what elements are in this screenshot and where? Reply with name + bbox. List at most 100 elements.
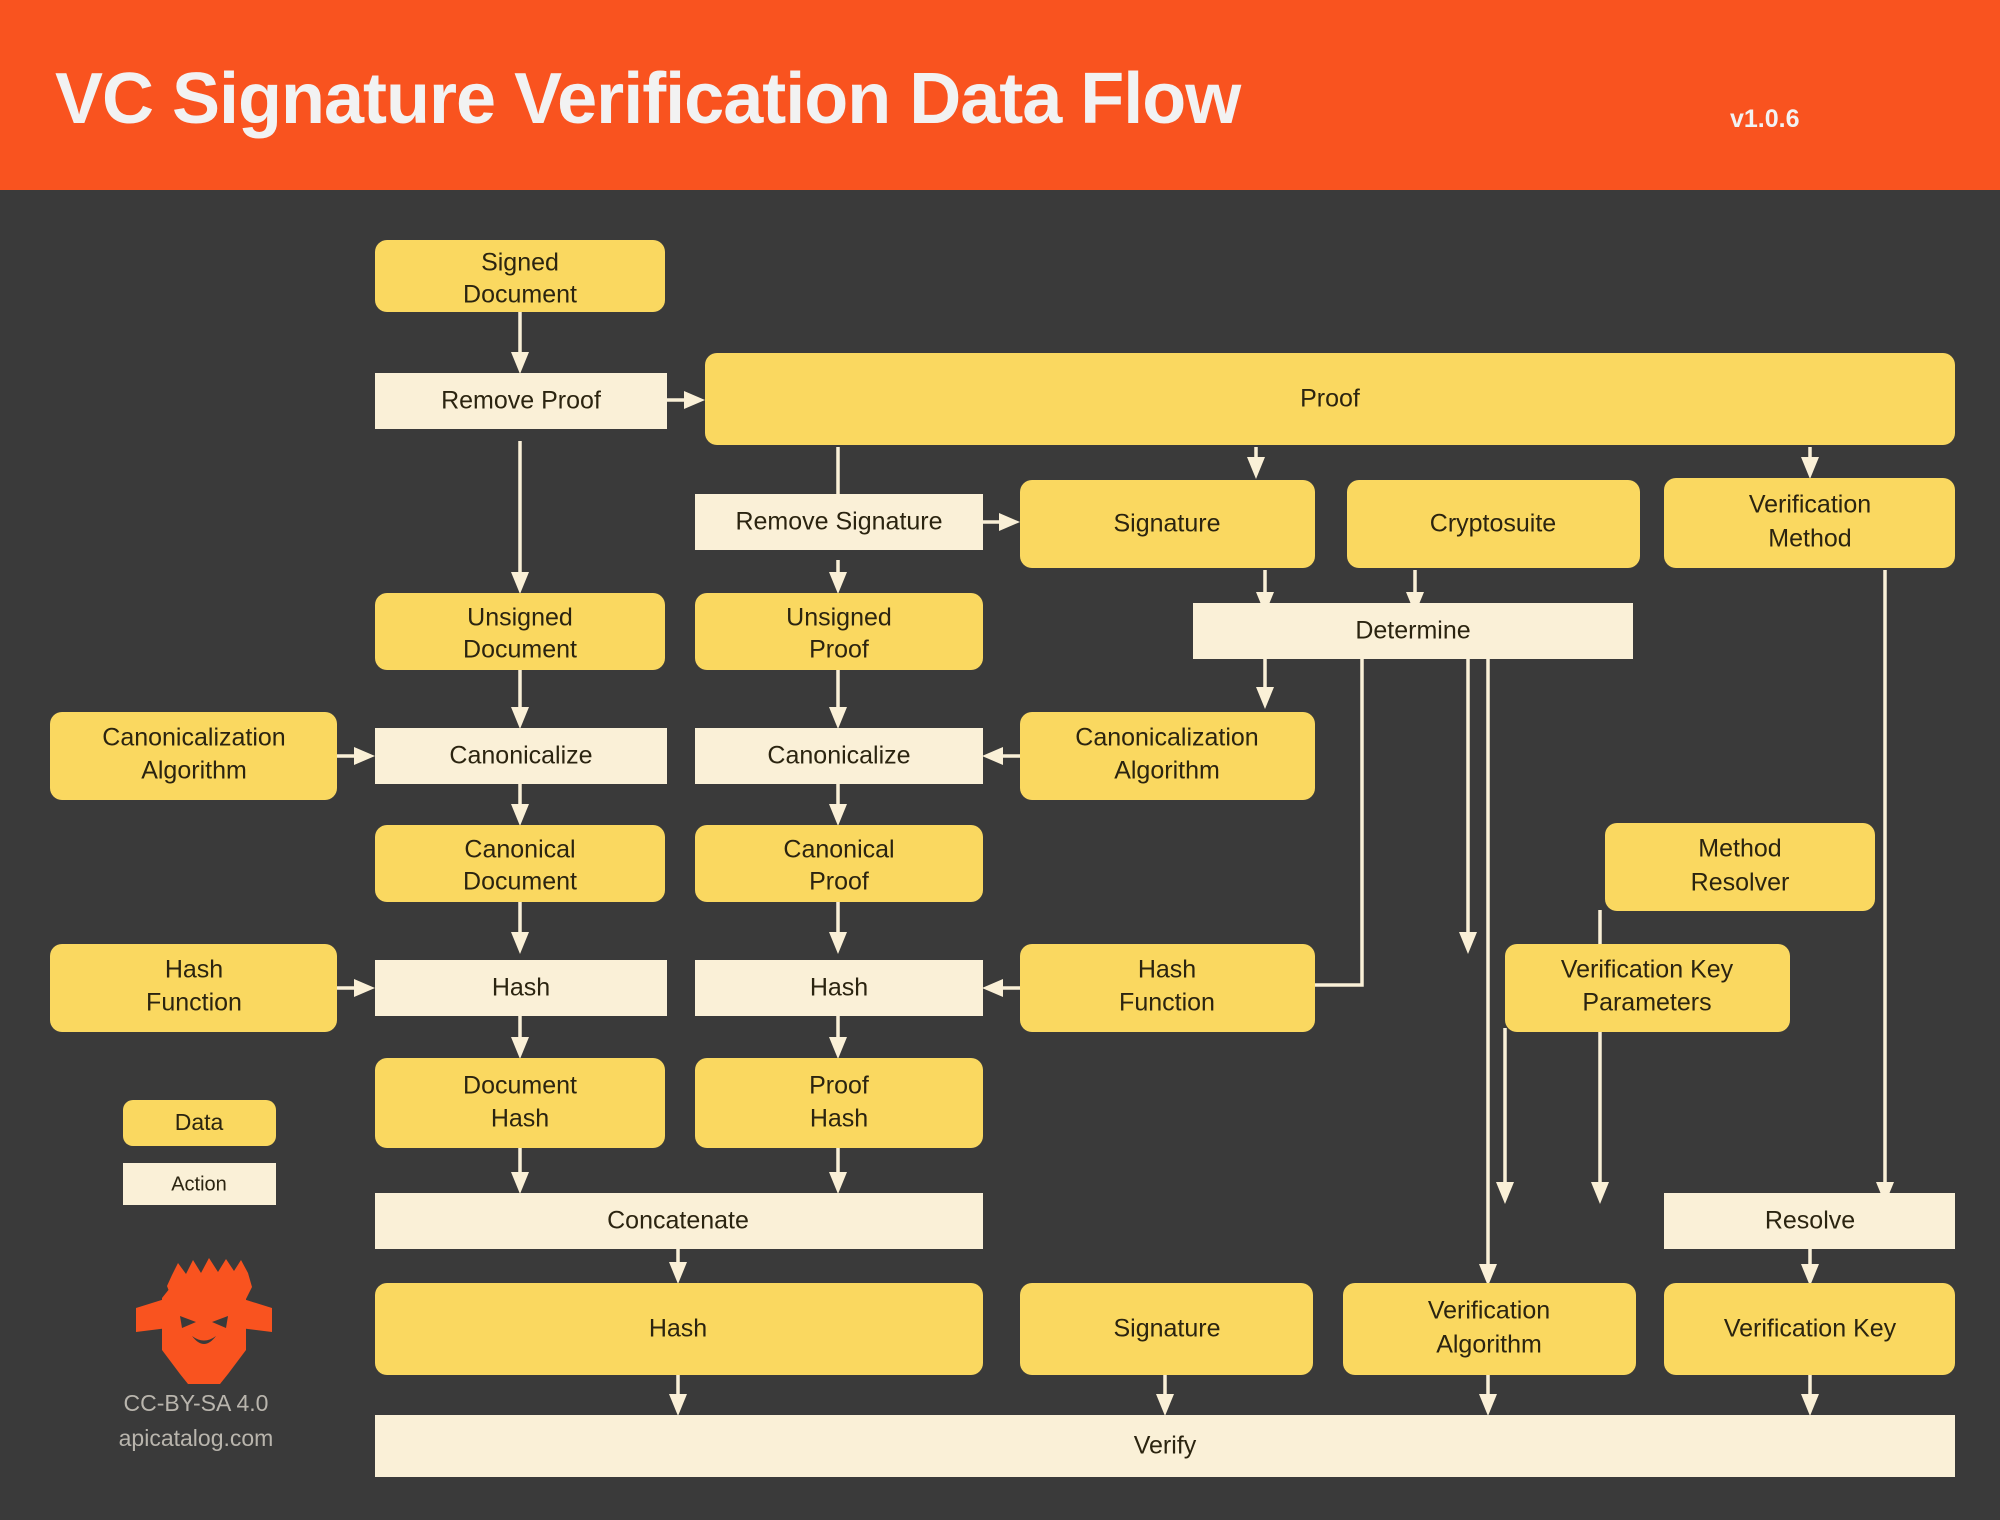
node-label-line1: Signed [481, 249, 559, 277]
arrowhead [829, 572, 847, 594]
arrowhead [1801, 1264, 1819, 1286]
arrowhead [1247, 457, 1265, 479]
arrowhead [829, 1037, 847, 1059]
arrowhead [511, 804, 529, 826]
arrowhead [511, 707, 529, 729]
node-label-line1: Hash [165, 956, 223, 984]
node-label: Proof [1300, 385, 1360, 413]
node-label: Remove Proof [441, 387, 601, 415]
arrowhead [982, 979, 1003, 997]
arrowhead [511, 932, 529, 954]
site-text: apicatalog.com [119, 1425, 274, 1451]
node-verification-key-parameters[interactable]: Verification Key Parameters [1505, 944, 1790, 1032]
arrowhead [829, 707, 847, 729]
arrowhead [684, 391, 705, 409]
node-label: Hash [810, 974, 868, 1002]
node-verification-key[interactable]: Verification Key [1664, 1283, 1955, 1375]
flow-diagram: Signed Document Remove Proof Proof Remov… [50, 240, 1955, 1477]
node-label-line2: Function [1119, 989, 1215, 1017]
arrowhead [829, 932, 847, 954]
node-label-line1: Canonicalization [1075, 724, 1258, 752]
arrowhead [511, 352, 529, 374]
node-label-line2: Algorithm [1114, 757, 1220, 785]
node-label: Hash [492, 974, 550, 1002]
arrowhead [669, 1394, 687, 1416]
node-hash-function-left[interactable]: Hash Function [50, 944, 337, 1032]
node-signature-bottom[interactable]: Signature [1020, 1283, 1313, 1375]
node-label-line1: Unsigned [786, 604, 892, 632]
node-canonical-proof[interactable]: Canonical Proof [695, 825, 983, 902]
node-hash-proof[interactable]: Hash [695, 960, 983, 1016]
node-label-line1: Hash [1138, 956, 1196, 984]
node-cryptosuite[interactable]: Cryptosuite [1347, 480, 1640, 568]
node-label-line1: Proof [809, 1072, 869, 1100]
node-label: Verify [1134, 1432, 1197, 1460]
node-hash-final[interactable]: Hash [375, 1283, 983, 1375]
node-label-line2: Algorithm [141, 757, 247, 785]
node-signature-top[interactable]: Signature [1020, 480, 1315, 568]
arrowhead [1496, 1182, 1514, 1204]
arrowhead [999, 513, 1020, 531]
node-label: Resolve [1765, 1207, 1855, 1235]
node-label-line1: Unsigned [467, 604, 573, 632]
node-document-hash[interactable]: Document Hash [375, 1058, 665, 1148]
arrowhead [1459, 932, 1477, 954]
node-label: Signature [1113, 510, 1220, 538]
legend: Data Action [123, 1100, 276, 1205]
node-canonicalize-proof[interactable]: Canonicalize [695, 728, 983, 784]
node-proof-hash[interactable]: Proof Hash [695, 1058, 983, 1148]
node-canonicalization-algorithm-right[interactable]: Canonicalization Algorithm [1020, 712, 1315, 800]
node-label-line1: Method [1698, 835, 1781, 863]
legend-item-action: Action [123, 1163, 276, 1205]
node-label-line2: Document [463, 636, 577, 664]
attribution: CC-BY-SA 4.0 apicatalog.com [119, 1390, 274, 1451]
arrowhead [669, 1262, 687, 1284]
license-text: CC-BY-SA 4.0 [124, 1390, 269, 1416]
node-label-line2: Function [146, 989, 242, 1017]
node-unsigned-document[interactable]: Unsigned Document [375, 593, 665, 670]
node-signed-document[interactable]: Signed Document [375, 240, 665, 312]
node-canonicalize-document[interactable]: Canonicalize [375, 728, 667, 784]
arrowhead [1801, 457, 1819, 479]
node-verify[interactable]: Verify [375, 1415, 1955, 1477]
arrowhead [511, 572, 529, 594]
node-label: Remove Signature [735, 508, 942, 536]
node-remove-signature[interactable]: Remove Signature [695, 494, 983, 550]
node-label-line1: Canonical [464, 836, 575, 864]
node-canonical-document[interactable]: Canonical Document [375, 825, 665, 902]
arrowhead [354, 979, 375, 997]
logo-face [162, 1288, 246, 1384]
node-label-line2: Method [1768, 525, 1851, 553]
node-label-line1: Canonicalization [102, 724, 285, 752]
arrowhead [1801, 1394, 1819, 1416]
arrowhead [1256, 687, 1274, 709]
node-label-line1: Canonical [783, 836, 894, 864]
node-label-line1: Document [463, 1072, 577, 1100]
arrowhead [982, 747, 1003, 765]
node-verification-method[interactable]: Verification Method [1664, 478, 1955, 568]
node-resolve[interactable]: Resolve [1664, 1193, 1955, 1249]
node-label-line2: Resolver [1691, 869, 1790, 897]
node-label-line2: Hash [810, 1105, 868, 1133]
legend-item-data: Data [123, 1100, 276, 1146]
node-method-resolver[interactable]: Method Resolver [1605, 823, 1875, 911]
sheep-head-logo-icon [136, 1258, 272, 1384]
arrowhead [829, 1172, 847, 1194]
node-hash-document[interactable]: Hash [375, 960, 667, 1016]
node-label: Canonicalize [767, 742, 910, 770]
arrowhead [1479, 1264, 1497, 1286]
arrowhead [1156, 1394, 1174, 1416]
node-proof[interactable]: Proof [705, 353, 1955, 445]
node-verification-algorithm[interactable]: Verification Algorithm [1343, 1283, 1636, 1375]
node-label-line2: Algorithm [1436, 1331, 1542, 1359]
diagram-page: VC Signature Verification Data Flow v1.0… [0, 0, 2000, 1520]
node-determine[interactable]: Determine [1193, 603, 1633, 659]
node-remove-proof[interactable]: Remove Proof [375, 373, 667, 429]
node-canonicalization-algorithm-left[interactable]: Canonicalization Algorithm [50, 712, 337, 800]
node-hash-function-right[interactable]: Hash Function [1020, 944, 1315, 1032]
arrowhead [511, 1172, 529, 1194]
node-unsigned-proof[interactable]: Unsigned Proof [695, 593, 983, 670]
legend-action-label: Action [171, 1173, 227, 1195]
node-concatenate[interactable]: Concatenate [375, 1193, 983, 1249]
node-label: Determine [1355, 617, 1470, 645]
